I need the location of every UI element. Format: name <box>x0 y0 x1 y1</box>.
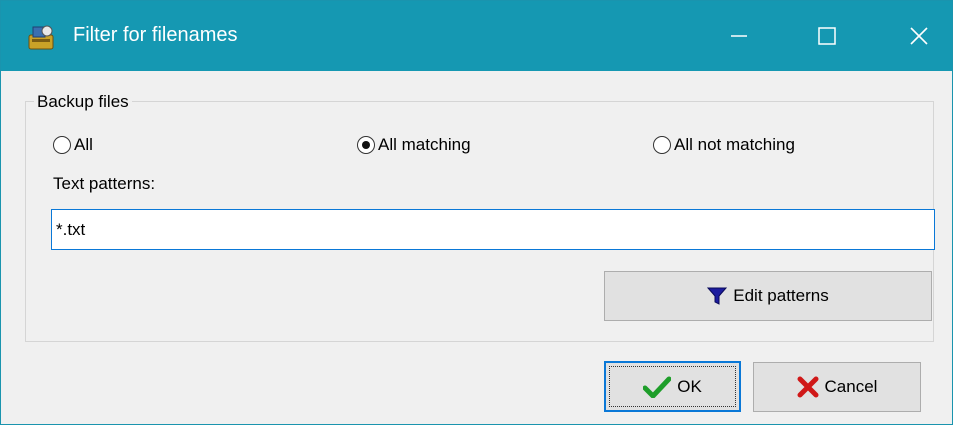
cancel-label: Cancel <box>824 377 878 396</box>
radio-all[interactable]: All <box>53 132 93 158</box>
radio-label: All not matching <box>674 135 795 154</box>
dialog-window: Filter for filenames Backup files All Al… <box>0 0 953 425</box>
window-title: Filter for filenames <box>73 24 238 46</box>
edit-patterns-button[interactable]: Edit patterns <box>604 271 932 321</box>
checkmark-icon <box>643 376 672 398</box>
radio-circle[interactable] <box>53 136 71 154</box>
radio-all-not-matching[interactable]: All not matching <box>653 132 795 158</box>
x-icon <box>797 376 819 398</box>
app-icon <box>28 25 54 50</box>
close-button[interactable] <box>889 1 949 71</box>
maximize-button[interactable] <box>797 1 857 71</box>
radio-all-matching[interactable]: All matching <box>357 132 471 158</box>
cancel-button[interactable]: Cancel <box>753 362 921 412</box>
radio-circle[interactable] <box>357 136 375 154</box>
ok-button[interactable]: OK <box>604 361 741 412</box>
radio-label: All <box>74 135 93 154</box>
edit-patterns-label: Edit patterns <box>733 286 829 305</box>
minimize-button[interactable] <box>709 1 769 71</box>
radio-selected-dot <box>362 141 370 149</box>
text-patterns-label: Text patterns: <box>53 174 156 193</box>
radio-label: All matching <box>378 135 471 154</box>
radio-circle[interactable] <box>653 136 671 154</box>
minimize-icon <box>731 35 747 37</box>
close-icon <box>910 27 928 45</box>
text-patterns-input[interactable] <box>51 209 935 250</box>
ok-label: OK <box>677 376 702 396</box>
maximize-icon <box>818 27 836 45</box>
title-bar[interactable]: Filter for filenames <box>1 1 952 71</box>
funnel-icon <box>707 287 728 305</box>
group-legend: Backup files <box>34 92 132 112</box>
